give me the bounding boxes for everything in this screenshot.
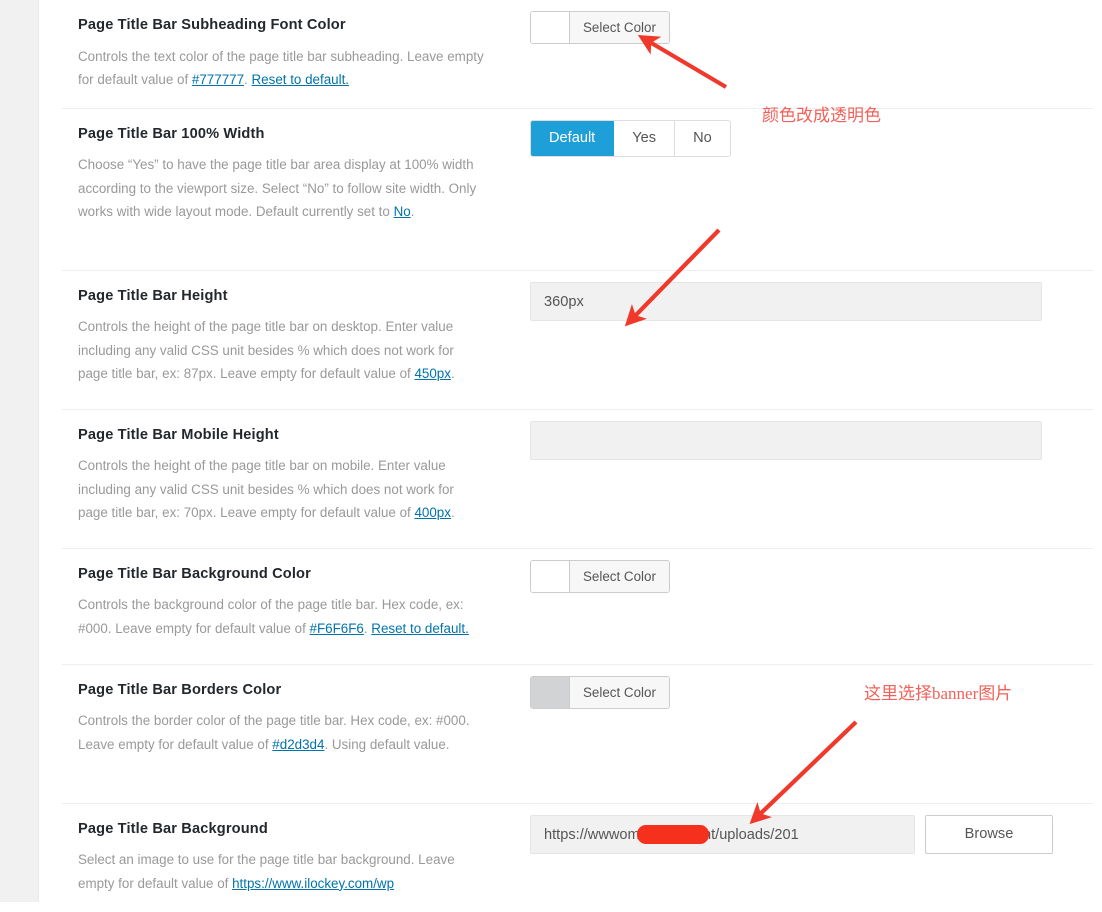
option-label-cell: Page Title Bar Background Select an imag…: [62, 804, 530, 912]
color-picker-background[interactable]: Select Color: [530, 559, 670, 593]
option-title: Page Title Bar Borders Color: [78, 681, 282, 698]
default-value-link[interactable]: 450px: [414, 366, 450, 381]
option-row-background-color: Page Title Bar Background Color Controls…: [62, 549, 1093, 665]
segment-no[interactable]: No: [675, 120, 730, 156]
reset-to-default-link[interactable]: Reset to default.: [252, 72, 350, 87]
default-value-link[interactable]: #777777: [192, 72, 244, 87]
option-control-cell: 360px: [530, 271, 1093, 337]
color-swatch[interactable]: [531, 560, 570, 592]
option-description: Controls the background color of the pag…: [78, 593, 486, 639]
option-label-cell: Page Title Bar Background Color Controls…: [62, 549, 530, 657]
color-swatch[interactable]: [531, 676, 570, 708]
option-row-borders-color: Page Title Bar Borders Color Controls th…: [62, 665, 1093, 804]
option-row-background-image: Page Title Bar Background Select an imag…: [62, 804, 1093, 912]
theme-options-page: Page Title Bar Subheading Font Color Con…: [39, 0, 1102, 902]
default-value-link[interactable]: https://www.ilockey.com/wp: [232, 876, 394, 891]
select-color-button[interactable]: Select Color: [570, 12, 669, 43]
segment-default[interactable]: Default: [531, 120, 615, 156]
option-control-cell: Default Yes No: [530, 109, 1093, 173]
desc-text: Choose “Yes” to have the page title bar …: [78, 157, 477, 219]
option-label-cell: Page Title Bar 100% Width Choose “Yes” t…: [62, 109, 530, 240]
option-row-height: Page Title Bar Height Controls the heigh…: [62, 271, 1093, 410]
option-control-cell: [530, 410, 1093, 476]
option-title: Page Title Bar Background: [78, 820, 268, 837]
option-description: Select an image to use for the page titl…: [78, 848, 486, 894]
desc-text-mid: .: [244, 71, 252, 87]
option-label-cell: Page Title Bar Borders Color Controls th…: [62, 665, 530, 773]
button-group-100-width[interactable]: Default Yes No: [530, 119, 731, 157]
admin-sidebar-rail: [0, 0, 39, 902]
option-description: Controls the border color of the page ti…: [78, 709, 486, 755]
desc-text-mid: .: [450, 504, 455, 520]
option-description: Controls the height of the page title ba…: [78, 454, 486, 523]
option-title: Page Title Bar Background Color: [78, 565, 311, 582]
default-value-link[interactable]: 400px: [414, 505, 450, 520]
desc-text: Controls the height of the page title ba…: [78, 458, 454, 520]
option-description: Choose “Yes” to have the page title bar …: [78, 153, 486, 222]
default-value-link[interactable]: #d2d3d4: [272, 737, 324, 752]
option-title: Page Title Bar 100% Width: [78, 125, 265, 142]
select-color-button[interactable]: Select Color: [570, 560, 669, 592]
option-title: Page Title Bar Subheading Font Color: [78, 17, 346, 33]
redaction-mark: [637, 824, 709, 844]
url-prefix: https://www: [544, 826, 620, 843]
option-label-cell: Page Title Bar Height Controls the heigh…: [62, 271, 530, 402]
desc-text-mid: .: [410, 203, 415, 219]
option-control-cell: Select Color: [530, 665, 1093, 729]
segment-yes[interactable]: Yes: [614, 120, 676, 156]
desc-text: Controls the height of the page title ba…: [78, 319, 454, 381]
option-control-cell: https://wwwom/wp-content/uploads/201 Bro…: [530, 804, 1093, 870]
mobile-height-input[interactable]: [530, 420, 1042, 460]
option-row-mobile-height: Page Title Bar Mobile Height Controls th…: [62, 410, 1093, 549]
option-row-100-width: Page Title Bar 100% Width Choose “Yes” t…: [62, 109, 1093, 271]
option-title: Page Title Bar Mobile Height: [78, 426, 279, 443]
option-description: Controls the text color of the page titl…: [78, 45, 486, 91]
height-input[interactable]: 360px: [530, 281, 1042, 321]
upload-control: https://wwwom/wp-content/uploads/201 Bro…: [530, 814, 1093, 854]
desc-text-mid: .: [450, 365, 455, 381]
option-row-subheading-font-color: Page Title Bar Subheading Font Color Con…: [62, 0, 1093, 109]
options-list: Page Title Bar Subheading Font Color Con…: [62, 0, 1093, 912]
reset-to-default-link[interactable]: Reset to default.: [371, 621, 469, 636]
browse-button[interactable]: Browse: [925, 814, 1053, 854]
option-description: Controls the height of the page title ba…: [78, 315, 486, 384]
color-picker-subheading-font[interactable]: Select Color: [530, 11, 670, 44]
option-control-cell: Select Color: [530, 0, 1093, 64]
background-image-url-input[interactable]: https://wwwom/wp-content/uploads/201: [530, 814, 915, 854]
option-control-cell: Select Color: [530, 549, 1093, 613]
select-color-button[interactable]: Select Color: [570, 676, 669, 708]
desc-text-mid: . Using default value.: [324, 736, 450, 752]
option-label-cell: Page Title Bar Subheading Font Color Con…: [62, 0, 530, 108]
color-picker-borders[interactable]: Select Color: [530, 675, 670, 709]
option-title: Page Title Bar Height: [78, 287, 228, 304]
default-value-link[interactable]: #F6F6F6: [310, 621, 364, 636]
option-label-cell: Page Title Bar Mobile Height Controls th…: [62, 410, 530, 541]
color-swatch[interactable]: [531, 12, 570, 43]
default-value-link[interactable]: No: [394, 204, 411, 219]
